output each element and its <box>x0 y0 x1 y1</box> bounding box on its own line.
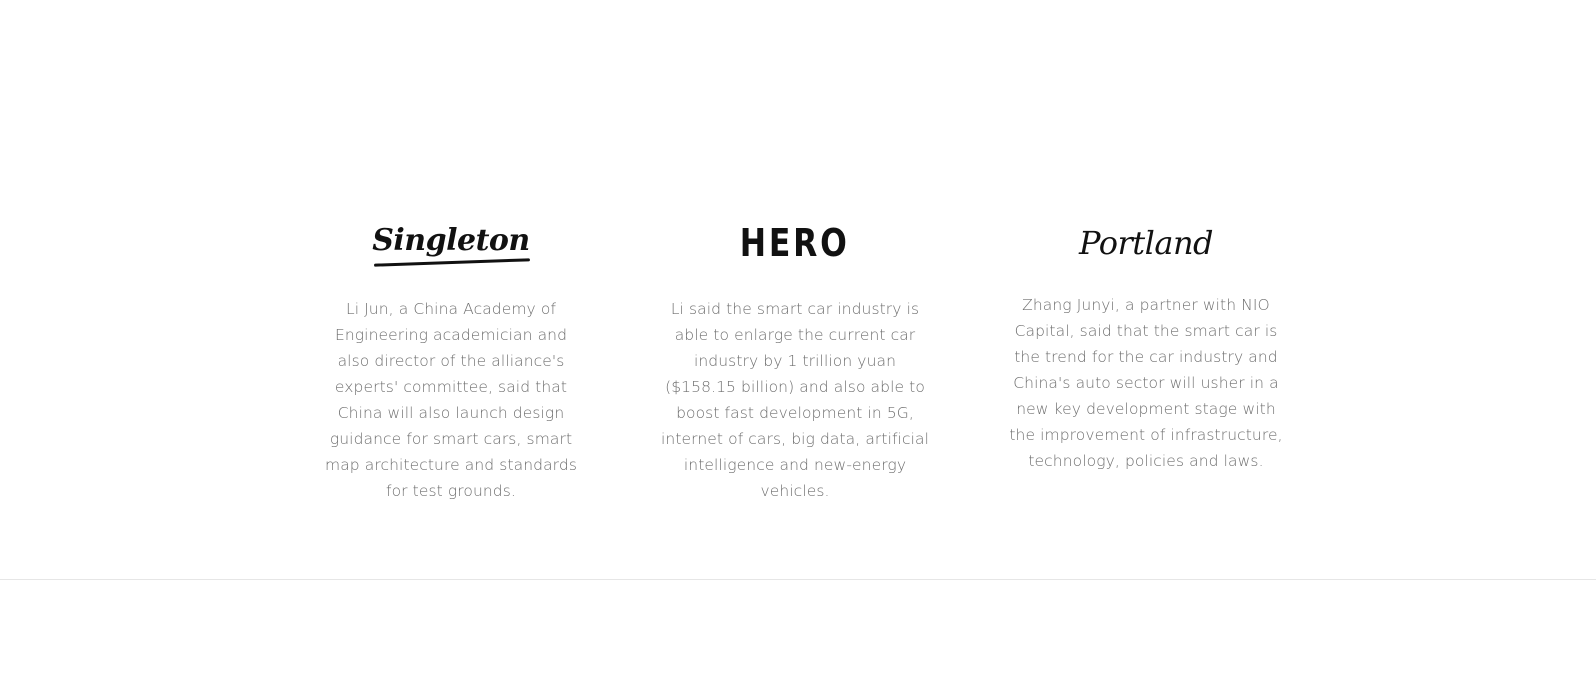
portland-logo-icon: Portland <box>1008 220 1284 266</box>
features-section: Singleton Li Jun, a China Academy of Eng… <box>0 0 1596 579</box>
portland-logo-text: Portland <box>1078 224 1214 262</box>
feature-description: Zhang Junyi, a partner with NIO Capital,… <box>1009 296 1283 470</box>
feature-singleton: Singleton Li Jun, a China Academy of Eng… <box>320 220 582 504</box>
feature-description: Li said the smart car industry is able t… <box>661 300 929 500</box>
singleton-logo-icon: Singleton <box>320 220 582 266</box>
feature-hero: HERO Li said the smart car industry is a… <box>660 220 930 504</box>
feature-description: Li Jun, a China Academy of Engineering a… <box>325 300 577 500</box>
section-divider <box>0 579 1596 580</box>
hero-logo-text: HERO <box>740 221 850 265</box>
singleton-logo-text: Singleton <box>372 223 530 264</box>
feature-portland: Portland Zhang Junyi, a partner with NIO… <box>1008 220 1284 474</box>
hero-logo-icon: HERO <box>660 220 930 266</box>
